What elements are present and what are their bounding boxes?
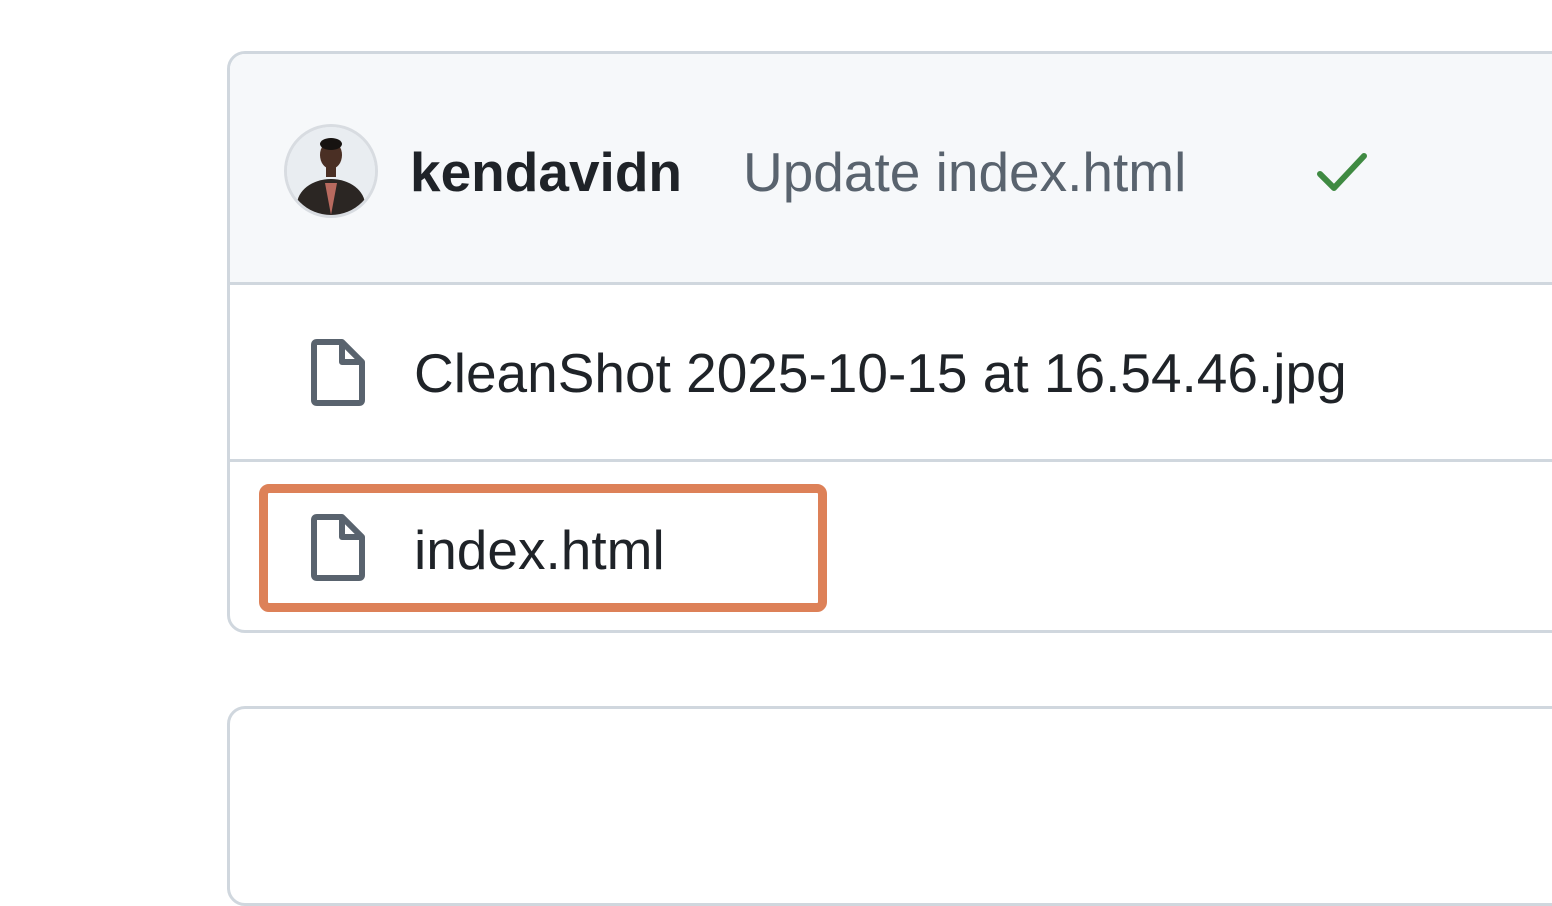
author-avatar[interactable]	[284, 124, 378, 218]
file-row[interactable]: CleanShot 2025-10-15 at 16.54.46.jpg	[230, 285, 1552, 462]
commit-file-list: kendavidn Update index.html CleanShot 20…	[227, 51, 1552, 633]
check-icon[interactable]	[1314, 148, 1370, 196]
file-row[interactable]: index.html	[230, 462, 1552, 630]
file-name[interactable]: CleanShot 2025-10-15 at 16.54.46.jpg	[414, 341, 1347, 405]
file-icon	[311, 514, 365, 581]
avatar-photo	[287, 127, 375, 215]
commit-message[interactable]: Update index.html	[743, 140, 1186, 204]
commit-header: kendavidn Update index.html	[230, 54, 1552, 285]
file-name[interactable]: index.html	[414, 518, 665, 582]
next-panel	[227, 706, 1552, 906]
commit-author[interactable]: kendavidn	[410, 140, 682, 204]
file-icon	[311, 339, 365, 406]
